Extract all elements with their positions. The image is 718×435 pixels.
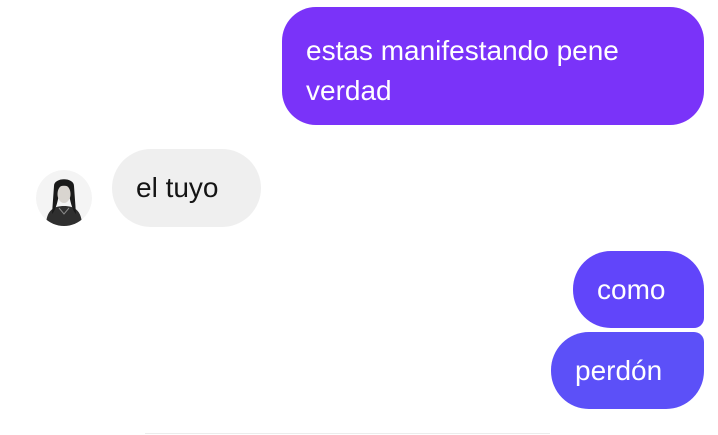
chat-thread: estas manifestando pene verdad el tuyo c… bbox=[0, 0, 718, 435]
sent-message-bubble[interactable]: como bbox=[573, 251, 704, 328]
received-message-bubble[interactable]: el tuyo bbox=[112, 149, 261, 227]
contact-avatar-icon[interactable] bbox=[36, 170, 92, 226]
sent-message-bubble[interactable]: estas manifestando pene verdad bbox=[282, 7, 704, 125]
composer-divider bbox=[145, 433, 550, 434]
sent-message-bubble[interactable]: perdón bbox=[551, 332, 704, 409]
